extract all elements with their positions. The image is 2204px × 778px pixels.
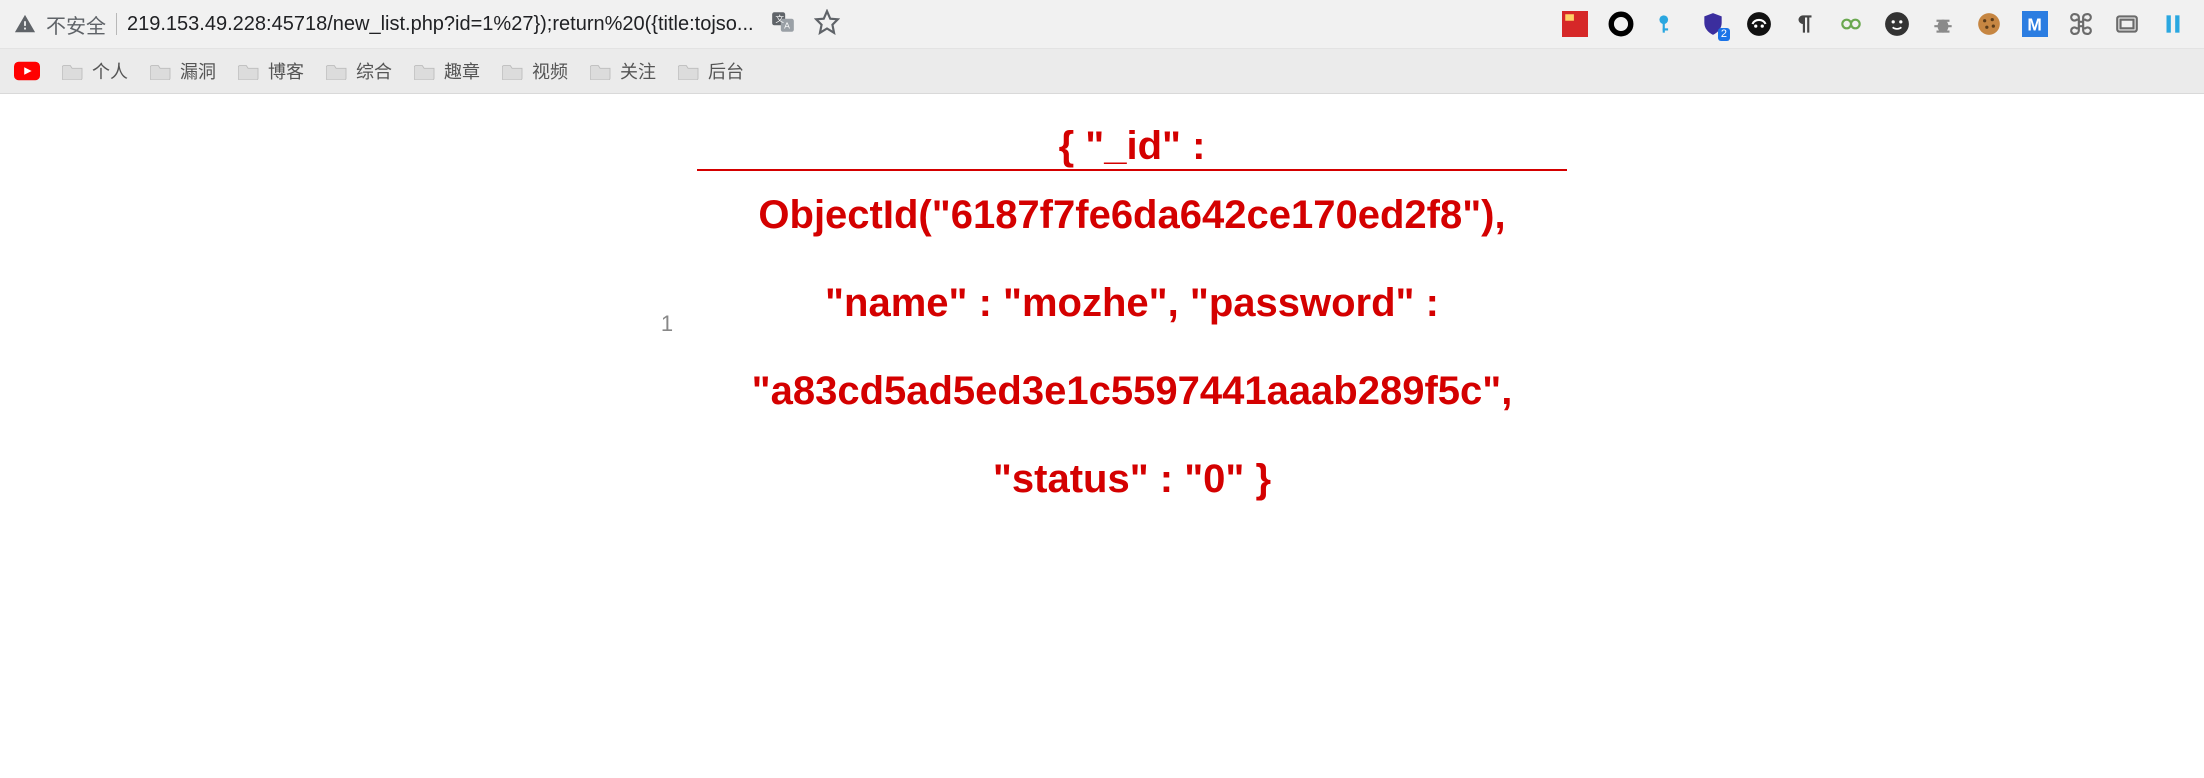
bookmark-label: 漏洞 xyxy=(180,58,216,84)
bookmark-folder-0[interactable]: 个人 xyxy=(62,58,128,84)
address-separator xyxy=(116,13,117,35)
bookmark-label: 关注 xyxy=(620,58,656,84)
insecure-warning-icon xyxy=(14,13,36,35)
ext-pause-icon[interactable] xyxy=(2160,11,2186,37)
result-header: { "_id" : xyxy=(697,124,1567,170)
folder-icon xyxy=(590,62,612,80)
folder-icon xyxy=(326,62,348,80)
ext-cookie-icon[interactable] xyxy=(1976,11,2002,37)
bookmark-label: 个人 xyxy=(92,58,128,84)
ext-bug-icon[interactable] xyxy=(1930,11,1956,37)
folder-icon xyxy=(502,62,524,80)
bookmark-star-icon[interactable] xyxy=(814,9,840,40)
bookmark-label: 博客 xyxy=(268,58,304,84)
bookmark-folder-3[interactable]: 综合 xyxy=(326,58,392,84)
bookmark-folder-7[interactable]: 后台 xyxy=(678,58,744,84)
folder-icon xyxy=(150,62,172,80)
bookmark-folder-4[interactable]: 趣章 xyxy=(414,58,480,84)
svg-text:M: M xyxy=(2027,15,2041,35)
ext-pilcrow-icon[interactable] xyxy=(1792,11,1818,37)
ext-command-icon[interactable] xyxy=(2068,11,2094,37)
bookmark-label: 趣章 xyxy=(444,58,480,84)
row-number: 1 xyxy=(637,124,697,523)
ext-flag-icon[interactable] xyxy=(1562,11,1588,37)
address-bar[interactable]: 不安全 219.153.49.228:45718/new_list.php?id… xyxy=(8,4,760,44)
bookmark-folder-5[interactable]: 视频 xyxy=(502,58,568,84)
bookmarks-bar: 个人 漏洞 博客 综合 趣章 视频 关注 后台 xyxy=(0,48,2204,94)
translate-icon[interactable]: 文A xyxy=(770,9,796,40)
url-text: 219.153.49.228:45718/new_list.php?id=1%2… xyxy=(127,13,754,36)
folder-icon xyxy=(414,62,436,80)
bookmark-youtube[interactable] xyxy=(14,61,40,81)
ext-circle-icon[interactable] xyxy=(1608,11,1634,37)
youtube-icon xyxy=(14,61,40,81)
bookmark-label: 综合 xyxy=(356,58,392,84)
bookmark-folder-6[interactable]: 关注 xyxy=(590,58,656,84)
ext-key-icon[interactable] xyxy=(1654,11,1680,37)
folder-icon xyxy=(62,62,84,80)
ext-face-icon[interactable] xyxy=(1884,11,1910,37)
ext-badge-count: 2 xyxy=(1718,28,1730,41)
svg-text:文: 文 xyxy=(775,13,784,24)
address-bar-row: 不安全 219.153.49.228:45718/new_list.php?id… xyxy=(0,0,2204,48)
ext-shield-icon[interactable]: 2 xyxy=(1700,11,1726,37)
ext-link-icon[interactable] xyxy=(1838,11,1864,37)
ext-hacker-icon[interactable] xyxy=(1746,11,1772,37)
svg-text:A: A xyxy=(784,20,790,30)
extension-icons: 2 M xyxy=(1562,11,2196,37)
ext-m-icon[interactable]: M xyxy=(2022,11,2048,37)
folder-icon xyxy=(678,62,700,80)
bookmark-label: 后台 xyxy=(708,58,744,84)
result-table: 1 { "_id" : ObjectId("6187f7fe6da642ce17… xyxy=(637,124,1567,523)
result-body: ObjectId("6187f7fe6da642ce170ed2f8"), "n… xyxy=(697,170,1567,523)
ext-present-icon[interactable] xyxy=(2114,11,2140,37)
bookmark-folder-2[interactable]: 博客 xyxy=(238,58,304,84)
folder-icon xyxy=(238,62,260,80)
page-content: 1 { "_id" : ObjectId("6187f7fe6da642ce17… xyxy=(0,94,2204,523)
insecure-label: 不安全 xyxy=(46,10,106,39)
bookmark-label: 视频 xyxy=(532,58,568,84)
bookmark-folder-1[interactable]: 漏洞 xyxy=(150,58,216,84)
